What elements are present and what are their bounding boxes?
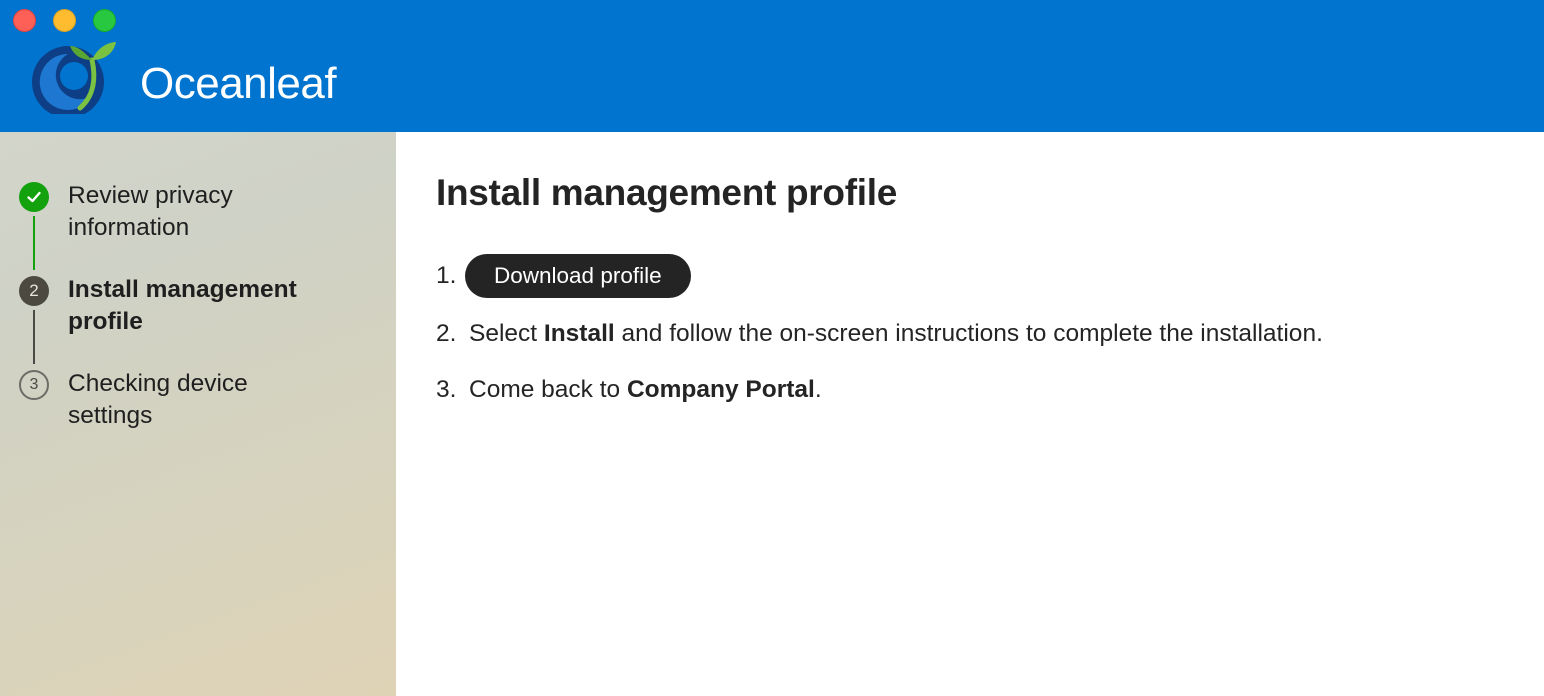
page-title: Install management profile [436,172,897,213]
brand-name: Oceanleaf [140,59,337,108]
main-content: Install management profile 1. Download p… [396,132,1544,696]
download-profile-button[interactable]: Download profile [465,254,691,298]
progress-sidebar: Review privacy information 2 Install man… [0,132,396,696]
instruction-text: Select Install and follow the on-screen … [469,320,1323,347]
step-connector-pending [33,310,35,364]
instruction-step-3: 3. Come back to Company Portal. [436,376,822,404]
instruction-text: Come back to Company Portal. [469,376,822,403]
instruction-number: 3. [436,376,457,403]
step-label: Install management profile [68,276,297,335]
instruction-step-2: 2. Select Install and follow the on-scre… [436,320,1323,348]
step-label: Review privacy information [68,182,233,241]
app-header: Oceanleaf [0,0,1544,132]
window-zoom-button[interactable] [93,9,116,32]
instruction-number: 2. [436,320,457,347]
window-close-button[interactable] [13,9,36,32]
step-number-badge: 3 [19,370,49,400]
company-portal-window: Oceanleaf Review privacy information 2 I… [0,0,1544,696]
window-minimize-button[interactable] [53,9,76,32]
checkmark-icon [19,182,49,212]
instruction-step-1: 1. Download profile [436,254,691,298]
oceanleaf-logo-icon [32,42,116,114]
step-number-badge: 2 [19,276,49,306]
step-connector-complete [33,216,35,270]
step-label: Checking device settings [68,370,248,429]
